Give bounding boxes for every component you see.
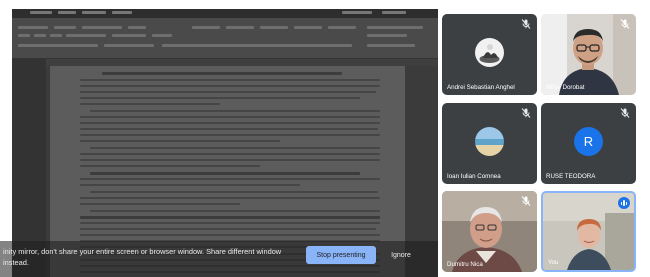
participant-tile[interactable]: Dumitru Nica (442, 191, 537, 272)
mic-off-icon (620, 108, 630, 118)
avatar: R (574, 127, 603, 156)
speaking-indicator-icon (618, 197, 630, 209)
mic-off-icon (521, 196, 531, 206)
participant-name: Andrei Sebastian Anghel (447, 84, 515, 91)
mic-off-icon (620, 19, 630, 29)
participant-tile[interactable]: Ioan Iulian Comnea (442, 103, 537, 184)
participant-name: Dumitru Nica (447, 261, 483, 268)
participant-name: You (548, 259, 559, 266)
word-title-bar (12, 9, 438, 18)
avatar (475, 127, 504, 156)
shared-screen-preview (12, 9, 438, 277)
participant-tile[interactable]: Mihai Dorobat (541, 14, 636, 95)
document-ruler (46, 59, 438, 66)
presenting-warning-text: inity mirror, don't share your entire sc… (3, 247, 282, 267)
participant-name: Mihai Dorobat (546, 84, 585, 91)
participant-tile[interactable]: Andrei Sebastian Anghel (442, 14, 537, 95)
meet-window: inity mirror, don't share your entire sc… (0, 0, 650, 277)
stop-presenting-button[interactable]: Stop presenting (306, 246, 376, 264)
avatar (475, 38, 504, 67)
participant-tile-self[interactable]: You (541, 191, 636, 272)
mic-off-icon (521, 108, 531, 118)
mic-off-icon (521, 19, 531, 29)
ignore-button[interactable]: Ignore (384, 246, 418, 264)
participant-name: Ioan Iulian Comnea (447, 173, 501, 180)
participant-name: RUSE TEODORA (546, 173, 596, 180)
participant-tile[interactable]: R RUSE TEODORA (541, 103, 636, 184)
word-ribbon (12, 18, 438, 59)
